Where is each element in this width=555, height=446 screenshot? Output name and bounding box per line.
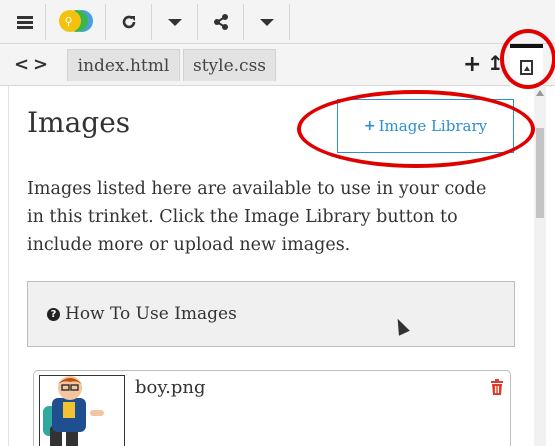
annotation-circle-images-tab [500, 29, 555, 89]
share-icon [213, 14, 228, 30]
image-thumbnail [39, 375, 125, 446]
share-options-dropdown[interactable] [244, 4, 290, 40]
hamburger-icon [16, 20, 33, 24]
file-tab-bar: < > index.html style.css + ↥ [0, 44, 555, 86]
share-button[interactable] [198, 4, 244, 40]
tab-style-css[interactable]: style.css [183, 49, 276, 81]
reload-button[interactable] [106, 4, 152, 40]
page-title: Images [27, 106, 131, 139]
scrollbar-thumb[interactable] [536, 128, 544, 218]
question-circle-icon: ? [47, 307, 60, 321]
run-options-dropdown[interactable] [152, 4, 198, 40]
how-to-label: How To Use Images [65, 304, 237, 324]
trinket-logo-icon: ⚲ [58, 10, 93, 34]
top-toolbar: ⚲ [0, 0, 555, 44]
trash-icon[interactable] [490, 379, 504, 395]
tab-index-html[interactable]: index.html [67, 49, 180, 81]
annotation-circle-image-library [297, 90, 535, 168]
image-filename: boy.png [135, 377, 206, 398]
images-description: Images listed here are available to use … [27, 179, 487, 255]
menu-button[interactable] [4, 4, 46, 40]
vertical-scrollbar[interactable] [534, 86, 546, 446]
caret-down-icon [167, 18, 182, 26]
reload-icon [122, 15, 135, 29]
logo-button[interactable]: ⚲ [46, 4, 106, 40]
image-list-item: boy.png [33, 370, 511, 446]
chevron-left-icon[interactable]: < [14, 54, 29, 75]
how-to-use-images-toggle[interactable]: ? How To Use Images [27, 281, 515, 347]
chevron-right-icon[interactable]: > [33, 54, 48, 75]
caret-down-icon [259, 18, 274, 26]
add-file-icon[interactable]: + [463, 52, 481, 77]
scroll-up-arrow-icon[interactable] [536, 90, 544, 96]
